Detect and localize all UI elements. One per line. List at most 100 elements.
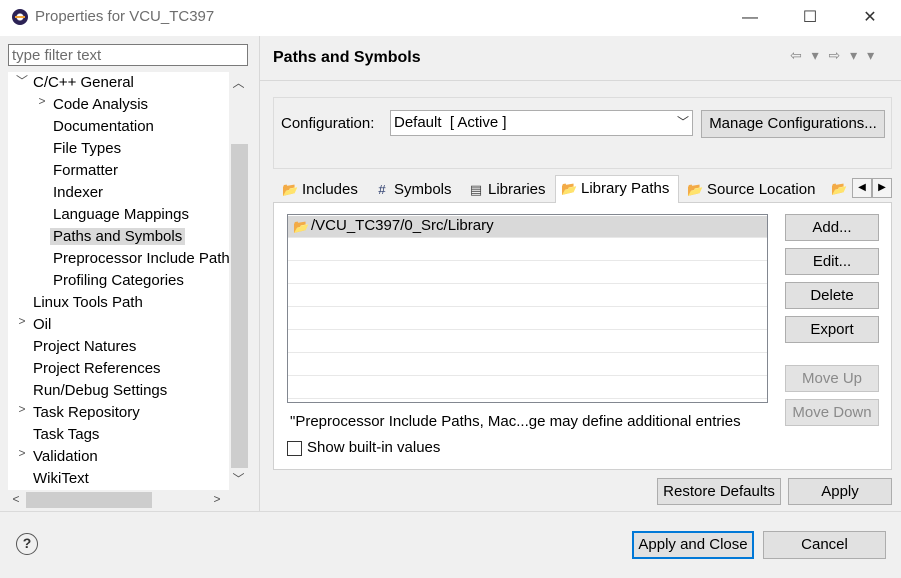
tree-item-label: Indexer [53,184,104,201]
tree-item[interactable]: Preprocessor Include Path [53,248,229,270]
cancel-button[interactable]: Cancel [763,531,886,559]
tree-item-label: Project References [33,360,161,377]
tab-symbols[interactable]: # Symbols [369,177,459,203]
maximize-button[interactable]: ☐ [787,0,833,36]
edit-button[interactable]: Edit... [785,248,879,275]
pane-splitter[interactable] [259,36,260,511]
page-title: Paths and Symbols [273,49,421,66]
tab-source-location[interactable]: 📂 Source Location [682,177,825,203]
tree-item-label: Validation [33,448,98,465]
move-up-button[interactable]: Move Up [785,365,879,392]
tab-label: Source Location [707,181,816,198]
tree-item[interactable]: Validation [33,446,98,468]
tree-item-label: Paths and Symbols [50,228,186,245]
list-row[interactable] [288,285,767,307]
filter-input[interactable] [8,44,248,66]
tree-item-label: WikiText [33,470,89,487]
restore-defaults-button[interactable]: Restore Defaults [657,478,781,505]
chevron-right-icon[interactable]: > [15,446,29,468]
scroll-right-icon[interactable]: > [210,492,224,506]
chevron-right-icon[interactable]: > [15,402,29,424]
close-button[interactable]: ✕ [847,0,893,36]
info-note: "Preprocessor Include Paths, Mac...ge ma… [290,413,741,430]
list-row[interactable] [288,239,767,261]
show-builtin-checkbox[interactable] [287,441,302,456]
chevron-down-icon[interactable]: ﹀ [677,113,689,130]
hash-icon: # [378,182,386,197]
eclipse-icon [12,9,28,25]
show-builtin-label[interactable]: Show built-in values [307,439,440,456]
tab-libraries[interactable]: ▤ Libraries [463,177,551,203]
library-path-list[interactable] [287,214,768,403]
configuration-value: Default [ Active ] [394,114,507,131]
list-row[interactable] [288,308,767,330]
tree-item[interactable]: WikiText [33,468,89,490]
tree-item[interactable]: Task Tags [33,424,99,446]
move-down-button[interactable]: Move Down [785,399,879,426]
apply-button[interactable]: Apply [788,478,892,505]
libraries-icon: ▤ [469,182,483,197]
tree-item-label: Code Analysis [53,96,149,113]
tree-item[interactable]: Formatter [53,160,118,182]
tab-library-paths[interactable]: 📂 Library Paths [555,175,679,203]
history-navigation[interactable]: ⇦ ▾ ⇨ ▾ ▾ [790,47,877,64]
tree-horizontal-scroll-thumb[interactable] [26,492,152,508]
export-button[interactable]: Export [785,316,879,343]
minimize-button[interactable]: — [727,0,773,36]
property-tree: ﹀ C/C++ General > Code Analysis Documentatio… [8,72,229,490]
tree-item[interactable]: C/C++ General [33,72,134,94]
tree-item-label: Linux Tools Path [33,294,143,311]
scroll-up-icon[interactable]: ︿ [229,74,248,91]
chevron-down-icon[interactable]: ﹀ [15,72,29,94]
source-folder-icon: 📂 [687,182,704,197]
tree-item[interactable]: Documentation [53,116,154,138]
tree-item-label: Run/Debug Settings [33,382,168,399]
tree-item[interactable]: File Types [53,138,121,160]
scroll-down-icon[interactable]: ﹀ [229,470,248,487]
tree-item[interactable]: Paths and Symbols [50,226,186,248]
tab-label: Symbols [394,181,452,198]
window-title: Properties for VCU_TC397 [35,8,215,25]
list-row[interactable] [288,262,767,284]
library-path-entry[interactable]: /VCU_TC397/0_Src/Library [311,217,494,234]
tree-item[interactable]: Language Mappings [53,204,189,226]
configuration-label: Configuration: [281,115,375,132]
tree-item-label: C/C++ General [33,74,134,91]
manage-configurations-button[interactable]: Manage Configurations... [701,110,885,138]
tab-scroll-left-icon[interactable]: ◀ [852,178,872,198]
tree-item-label: Task Tags [33,426,100,443]
tree-item[interactable]: Profiling Categories [53,270,184,292]
title-divider [260,80,901,81]
list-row[interactable] [288,354,767,376]
tree-item[interactable]: Run/Debug Settings [33,380,167,402]
tree-item[interactable]: Project References [33,358,161,380]
list-row[interactable] [288,377,767,399]
tab-includes[interactable]: 📂 Includes [277,177,365,203]
tree-item-label: Profiling Categories [53,272,184,289]
help-icon[interactable]: ? [16,533,38,555]
tree-item[interactable]: Oil [33,314,51,336]
add-button[interactable]: Add... [785,214,879,241]
apply-and-close-button[interactable]: Apply and Close [632,531,754,559]
tree-item[interactable]: Linux Tools Path [33,292,143,314]
tree-item[interactable]: Project Natures [33,336,136,358]
tree-item-label: Task Repository [33,404,140,421]
overflow-tab-icon[interactable]: 📂 [831,181,847,197]
tab-label: Libraries [488,181,546,198]
bottom-divider [0,511,901,512]
chevron-right-icon[interactable]: > [15,314,29,336]
scroll-left-icon[interactable]: < [9,492,23,506]
tree-item[interactable]: Code Analysis [53,94,148,116]
tab-label: Library Paths [581,180,670,197]
tree-vertical-scroll-thumb[interactable] [231,144,248,468]
folder-icon: 📂 [561,181,578,196]
chevron-right-icon[interactable]: > [35,94,49,116]
tree-item[interactable]: Task Repository [33,402,140,424]
list-row[interactable] [288,331,767,353]
tree-item-label: Formatter [53,162,119,179]
delete-button[interactable]: Delete [785,282,879,309]
tree-item[interactable]: Indexer [53,182,103,204]
tree-item-label: Oil [33,316,52,333]
tab-scroll-right-icon[interactable]: ▶ [872,178,892,198]
tree-item-label: File Types [53,140,122,157]
